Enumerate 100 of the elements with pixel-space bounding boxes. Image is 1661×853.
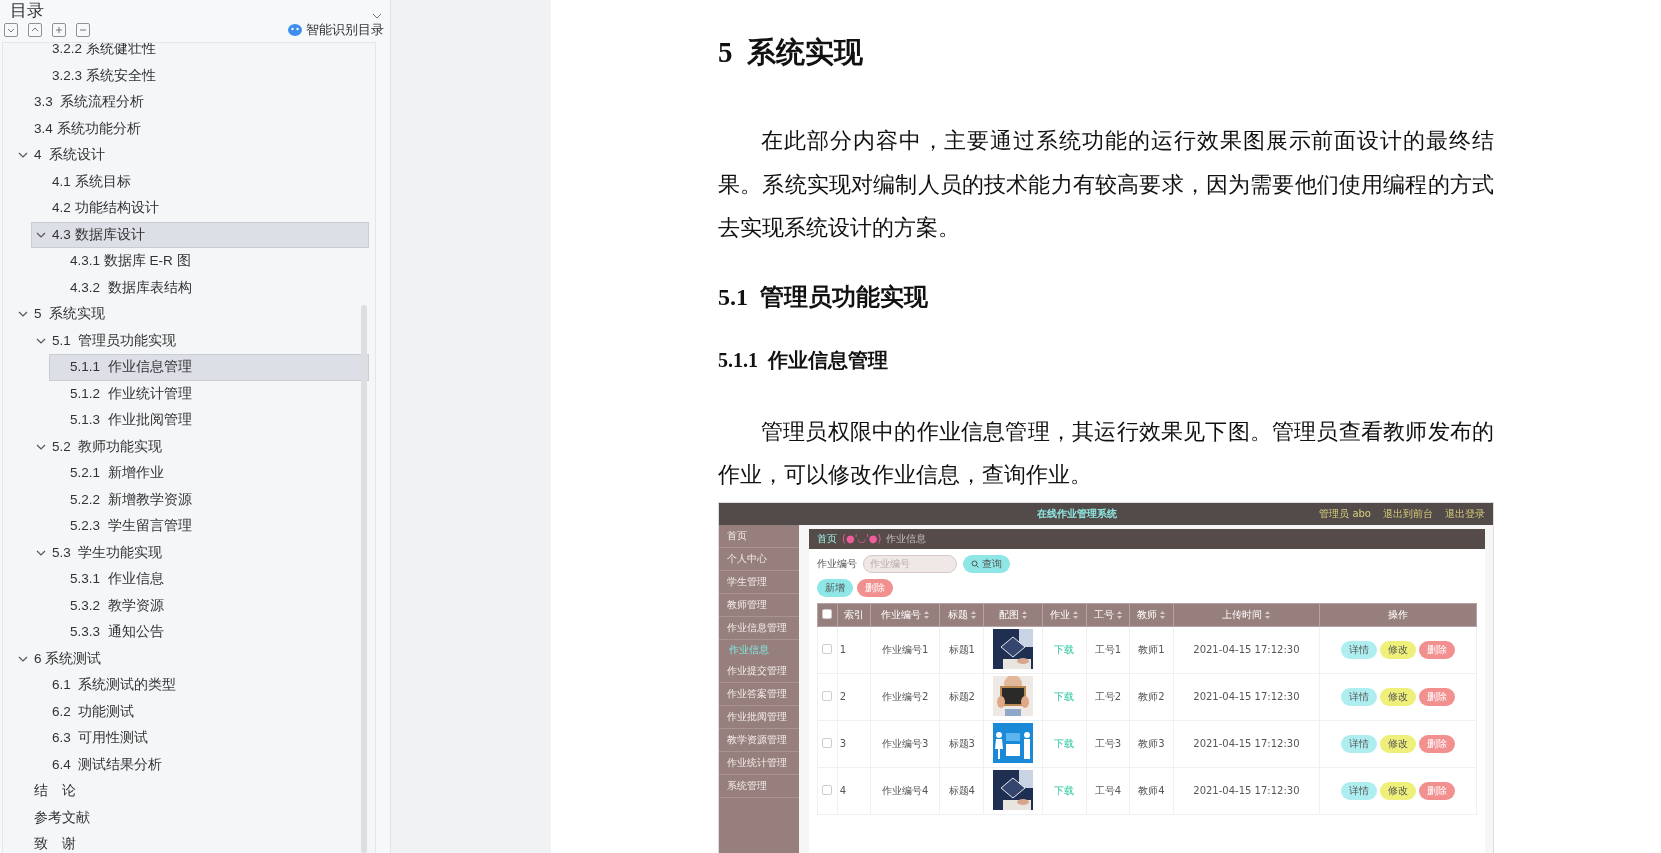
remove-button[interactable] [76, 23, 90, 37]
header-cell[interactable]: 作业 [1042, 603, 1087, 626]
checkbox[interactable] [822, 643, 833, 654]
app-header: 在线作业管理系统 管理员 abo 退出到前台 退出登录 [719, 502, 1493, 525]
table-cell: 标题3 [940, 720, 984, 767]
breadcrumb-link[interactable]: 首页 [817, 531, 837, 546]
header-cell[interactable]: 配图 [983, 603, 1043, 626]
paragraph: 管理员权限中的作业信息管理，其运行效果见下图。管理员查看教师发布的作业，可以修改作业信息，查询作业。 [718, 418, 1494, 489]
detail-button[interactable]: 详情 [1341, 640, 1378, 659]
menu-item[interactable]: 作业信息管理 [719, 616, 799, 640]
subsection-heading: 5.1.1 作业信息管理 [718, 347, 889, 373]
menu-item[interactable]: 学生管理 [719, 570, 799, 594]
edit-button[interactable]: 修改 [1380, 781, 1417, 800]
detail-button[interactable]: 详情 [1341, 781, 1378, 800]
table-cell: 作业编号4 [870, 767, 940, 814]
minus-icon [79, 26, 87, 34]
toc-item[interactable]: 参考文献 [13, 804, 369, 831]
toc-item[interactable]: 5.1 管理员功能实现 [31, 327, 369, 354]
add-button[interactable]: 新增 [817, 578, 853, 597]
chevron-up-icon [31, 26, 39, 34]
menu-item[interactable]: 作业批阅管理 [719, 705, 799, 729]
header-cell[interactable]: 标题 [940, 603, 984, 626]
toc-item[interactable]: 5 系统实现 [13, 301, 369, 328]
header-cell[interactable]: 上传时间 [1173, 603, 1320, 626]
expand-all-button[interactable] [28, 23, 42, 37]
toc-item[interactable]: 5.2.1 新增作业 [49, 460, 369, 487]
toc-item[interactable]: 5.3.1 作业信息 [49, 566, 369, 593]
menu-item[interactable]: 教师管理 [719, 593, 799, 617]
toc-item[interactable]: 3.3 系统流程分析 [13, 89, 369, 116]
toc-item[interactable]: 致 谢 [13, 831, 369, 853]
checkbox[interactable] [822, 608, 833, 619]
toc-item[interactable]: 5.1.3 作业批阅管理 [49, 407, 369, 434]
toc-item[interactable]: 5.1.1 作业信息管理 [49, 354, 369, 381]
sort-icon [1265, 610, 1271, 619]
table-cell: 工号2 [1086, 673, 1130, 720]
table-cell: 2021-04-15 17:12:30 [1173, 626, 1320, 673]
table-cell: 4 [837, 767, 871, 814]
table-cell: 2 [837, 673, 871, 720]
add-button[interactable] [52, 23, 66, 37]
toc-item[interactable]: 6.4 测试结果分析 [31, 751, 369, 778]
smart-toc-button[interactable]: 智能识别目录 [288, 21, 384, 39]
sort-icon [1116, 610, 1122, 619]
sort-icon [970, 610, 976, 619]
toc-item[interactable]: 5.2.3 学生留言管理 [49, 513, 369, 540]
table-cell: 标题2 [940, 673, 984, 720]
chevron-down-icon [7, 26, 15, 34]
collapse-all-button[interactable] [4, 23, 18, 37]
toc-item[interactable]: 5.2.2 新增教学资源 [49, 486, 369, 513]
edit-button[interactable]: 修改 [1380, 734, 1417, 753]
toc-item[interactable]: 6.3 可用性测试 [31, 725, 369, 752]
header-cell[interactable]: 教师 [1129, 603, 1174, 626]
toc-item[interactable]: 5.3 学生功能实现 [31, 539, 369, 566]
toc-item[interactable]: 4.3.1 数据库 E-R 图 [49, 248, 369, 275]
table-cell: 作业编号2 [870, 673, 940, 720]
table-cell: 1 [837, 626, 871, 673]
toc-item[interactable]: 5.3.2 教学资源 [49, 592, 369, 619]
toc-item[interactable]: 结 论 [13, 778, 369, 805]
header-cell[interactable]: 工号 [1086, 603, 1130, 626]
toc-item[interactable]: 6 系统测试 [13, 645, 369, 672]
edit-button[interactable]: 修改 [1380, 687, 1417, 706]
menu-item[interactable]: 作业提交管理 [719, 659, 799, 683]
menu-item[interactable]: 教学资源管理 [719, 728, 799, 752]
table-cell: 3 [837, 720, 871, 767]
detail-button[interactable]: 详情 [1341, 734, 1378, 753]
header-cell[interactable]: 作业编号 [870, 603, 940, 626]
toc-item[interactable]: 5.2 教师功能实现 [31, 433, 369, 460]
toc-item[interactable]: 4.3.2 数据库表结构 [49, 274, 369, 301]
checkbox[interactable] [822, 690, 833, 701]
toc-item[interactable]: 3.4 系统功能分析 [13, 115, 369, 142]
menu-item[interactable]: 作业统计管理 [719, 751, 799, 775]
toc-item[interactable]: 6.2 功能测试 [31, 698, 369, 725]
table-cell: 2021-04-15 17:12:30 [1173, 720, 1320, 767]
section-heading: 5.1 管理员功能实现 [718, 282, 929, 312]
table-cell: 工号3 [1086, 720, 1130, 767]
checkbox[interactable] [822, 784, 833, 795]
toc-item[interactable]: 4.2 功能结构设计 [31, 195, 369, 222]
menu-item[interactable]: 首页 [719, 524, 799, 548]
scrollbar[interactable] [361, 305, 367, 853]
menu-item[interactable]: 作业答案管理 [719, 682, 799, 706]
menu-item[interactable]: 个人中心 [719, 547, 799, 571]
emoticon: (●'◡'●) [842, 533, 882, 544]
search-button[interactable]: 查询 [963, 554, 1010, 573]
toc-item[interactable]: 4 系统设计 [13, 142, 369, 169]
toc-item[interactable]: 4.1 系统目标 [31, 168, 369, 195]
toc-item[interactable]: 5.3.3 通知公告 [49, 619, 369, 646]
checkbox[interactable] [822, 737, 833, 748]
menu-item[interactable]: 系统管理 [719, 774, 799, 798]
toc-item[interactable]: 3.2.3 系统安全性 [31, 62, 369, 89]
toc-item[interactable]: 4.3 数据库设计 [31, 221, 369, 248]
sort-icon [1160, 610, 1166, 619]
header-cell[interactable]: 操作 [1319, 603, 1477, 626]
table-cell: 作业编号3 [870, 720, 940, 767]
header-link[interactable]: 退出到前台 [1383, 506, 1433, 521]
detail-button[interactable]: 详情 [1341, 687, 1378, 706]
header-cell[interactable]: 索引 [837, 603, 871, 626]
header-link[interactable]: 退出登录 [1445, 506, 1485, 521]
table-cell: 2021-04-15 17:12:30 [1173, 767, 1320, 814]
edit-button[interactable]: 修改 [1380, 640, 1417, 659]
toc-item[interactable]: 6.1 系统测试的类型 [31, 672, 369, 699]
toc-item[interactable]: 5.1.2 作业统计管理 [49, 380, 369, 407]
